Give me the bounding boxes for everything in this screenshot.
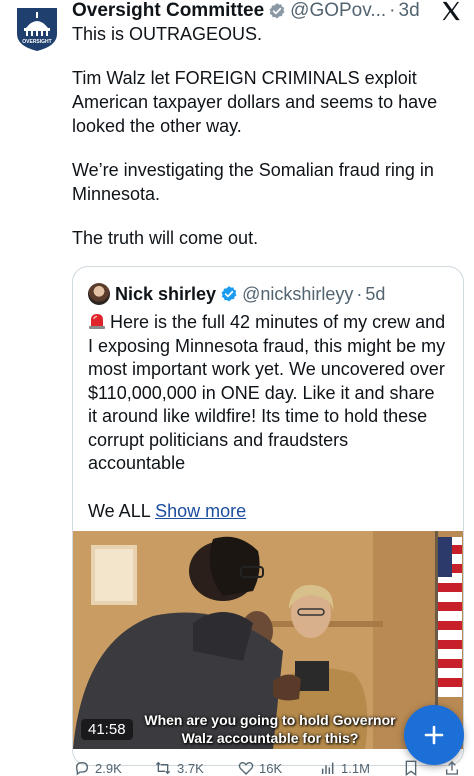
tweet-header: Oversight Committee @GOPov... · 3d — [72, 0, 420, 22]
bookmark-button[interactable] — [404, 760, 423, 776]
tweet-paragraph: We’re investigating the Somalian fraud r… — [72, 160, 434, 204]
quote-avatar[interactable] — [88, 283, 110, 305]
tweet-paragraph: Tim Walz let FOREIGN CRIMINALS exploit A… — [72, 68, 438, 136]
like-icon — [238, 762, 254, 775]
action-bar: 2.9K 3.7K 16K 1.1M — [72, 760, 472, 776]
caption-line: Walz accountable for this? — [181, 730, 359, 746]
quote-handle[interactable]: @nickshirleyy — [242, 284, 353, 305]
repost-icon — [155, 761, 171, 775]
show-more-link[interactable]: Show more — [155, 501, 246, 521]
video-caption: When are you going to hold Governor Walz… — [125, 711, 415, 747]
share-button[interactable] — [444, 760, 465, 776]
oversight-avatar[interactable]: OVERSIGHT — [14, 4, 60, 52]
author-name[interactable]: Oversight Committee — [72, 0, 264, 22]
repost-count: 3.7K — [177, 760, 204, 776]
verified-badge-icon — [268, 2, 286, 20]
share-icon — [446, 761, 458, 775]
views-count: 1.1M — [341, 760, 370, 776]
tweet-paragraph: This is OUTRAGEOUS. — [72, 24, 263, 44]
tweet-text: This is OUTRAGEOUS. Tim Walz let FOREIGN… — [72, 22, 462, 250]
author-handle[interactable]: @GOPov... — [290, 0, 386, 22]
svg-text:OVERSIGHT: OVERSIGHT — [22, 39, 51, 45]
plus-icon — [424, 725, 444, 745]
views-button[interactable]: 1.1M — [320, 760, 370, 776]
quote-more-prefix: We ALL — [88, 501, 151, 521]
reply-count: 2.9K — [95, 760, 122, 776]
tweet-time[interactable]: 3d — [399, 0, 420, 22]
reply-button[interactable]: 2.9K — [74, 760, 122, 776]
caption-line: When are you going to hold Governor — [144, 712, 396, 728]
capitol-logo-icon: OVERSIGHT — [17, 8, 57, 51]
quote-body: Here is the full 42 minutes of my crew a… — [88, 312, 446, 473]
bookmark-icon — [405, 760, 417, 776]
compose-button[interactable] — [404, 705, 464, 765]
repost-button[interactable]: 3.7K — [154, 760, 204, 776]
quoted-tweet[interactable]: Nick shirley @nickshirleyy · 5d Here is … — [72, 266, 464, 766]
quote-more-line: We ALL Show more — [88, 499, 246, 523]
views-icon — [321, 762, 334, 774]
like-count: 16K — [259, 760, 283, 776]
verified-badge-icon — [220, 285, 238, 303]
like-button[interactable]: 16K — [238, 760, 282, 776]
tweet-paragraph: The truth will come out. — [72, 228, 259, 248]
x-logo-icon[interactable] — [440, 0, 462, 22]
quote-text: Here is the full 42 minutes of my crew a… — [88, 311, 448, 476]
quote-header: Nick shirley @nickshirleyy · 5d — [88, 283, 385, 305]
quote-time[interactable]: 5d — [365, 284, 385, 305]
separator-dot: · — [389, 0, 396, 21]
quote-author-name[interactable]: Nick shirley — [115, 284, 216, 305]
separator-dot: · — [356, 283, 363, 304]
siren-icon — [88, 312, 106, 330]
video-player[interactable]: 41:58 When are you going to hold Governo… — [73, 531, 463, 749]
reply-icon — [75, 761, 89, 776]
